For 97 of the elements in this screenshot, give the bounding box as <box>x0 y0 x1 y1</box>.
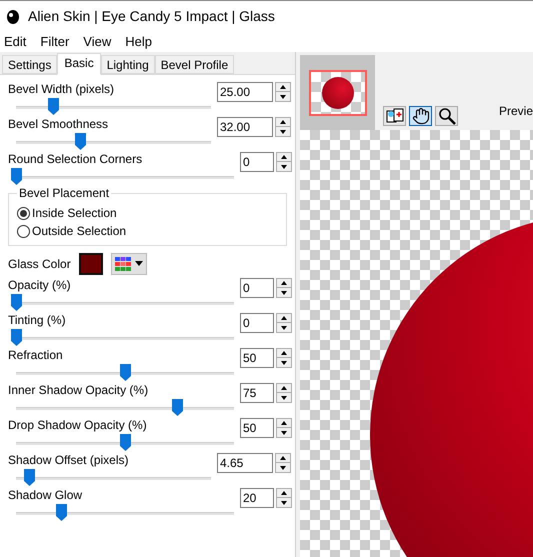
menu-item[interactable]: Help <box>125 32 152 52</box>
number-field[interactable]: 32.00 <box>217 117 273 137</box>
slider-thumb[interactable] <box>10 168 22 185</box>
caret-down-icon <box>134 261 143 266</box>
search-icon <box>438 107 456 125</box>
radio-option[interactable]: Inside Selection <box>17 204 286 222</box>
slider-label: Drop Shadow Opacity (%) <box>8 418 148 433</box>
spin-up-button[interactable] <box>276 454 290 463</box>
spin-up-button[interactable] <box>277 314 291 323</box>
palette-dropdown-button[interactable] <box>110 252 147 274</box>
caret-down-icon <box>281 360 287 364</box>
spin-down-button[interactable] <box>277 498 291 507</box>
spin-up-button[interactable] <box>277 489 291 498</box>
slider-thumb[interactable] <box>56 504 68 521</box>
spin-down-button[interactable] <box>277 323 291 332</box>
caret-down-icon <box>281 290 287 294</box>
caret-down-icon <box>280 94 286 98</box>
preview-label: Previe <box>498 103 533 120</box>
spin-down-button[interactable] <box>277 393 291 402</box>
slider-thumb[interactable] <box>10 294 22 311</box>
slider-label: Opacity (%) <box>8 278 72 293</box>
glass-color-label: Glass Color <box>8 256 71 272</box>
number-field[interactable]: 20 <box>240 488 274 508</box>
caret-up-icon <box>281 281 287 285</box>
spin-down-button[interactable] <box>277 162 291 171</box>
caret-up-icon <box>280 120 286 124</box>
slider-label: Shadow Offset (pixels) <box>8 453 130 468</box>
slider-label: Shadow Glow <box>8 488 84 503</box>
slider-label: Bevel Width (pixels) <box>8 82 116 97</box>
slider-thumb[interactable] <box>172 399 183 416</box>
slider-thumb[interactable] <box>10 329 22 346</box>
caret-up-icon <box>281 155 287 159</box>
slider-thumb[interactable] <box>74 133 86 150</box>
spin-up-button[interactable] <box>276 118 290 127</box>
menu-item[interactable]: Filter <box>40 32 70 52</box>
tab[interactable]: Settings <box>2 55 58 74</box>
slider-thumb[interactable] <box>120 364 130 381</box>
caret-down-icon <box>280 130 286 134</box>
caret-up-icon <box>281 316 287 320</box>
caret-down-icon <box>281 164 287 168</box>
caret-up-icon <box>281 386 287 390</box>
number-field[interactable]: 25.00 <box>217 82 273 102</box>
caret-down-icon <box>281 430 287 434</box>
tool-button[interactable] <box>435 106 458 126</box>
spin-down-button[interactable] <box>276 463 290 472</box>
tab[interactable]: Lighting <box>100 55 155 74</box>
caret-down-icon <box>281 396 287 400</box>
spin-down-button[interactable] <box>276 127 290 136</box>
slider-label: Round Selection Corners <box>8 152 144 167</box>
caret-down-icon <box>280 466 286 470</box>
slider-label: Refraction <box>8 348 64 363</box>
caret-up-icon <box>280 85 286 89</box>
slider-thumb[interactable] <box>48 98 59 115</box>
number-field[interactable]: 0 <box>240 152 274 172</box>
hand-icon <box>412 107 430 125</box>
app-logo-icon <box>6 8 20 24</box>
slider-label: Bevel Smoothness <box>8 117 110 132</box>
tool-button[interactable] <box>383 106 406 126</box>
thumbnail-navigator[interactable] <box>300 55 375 130</box>
spin-down-button[interactable] <box>277 428 291 437</box>
caret-down-icon <box>281 500 287 504</box>
compare-icon <box>386 108 404 124</box>
tab[interactable]: Basic <box>57 53 101 75</box>
spin-down-button[interactable] <box>276 92 290 101</box>
caret-down-icon <box>281 326 287 330</box>
menu-item[interactable]: Edit <box>4 32 26 52</box>
number-field[interactable]: 0 <box>240 278 274 298</box>
number-field[interactable]: 50 <box>240 348 274 368</box>
color-swatch[interactable] <box>78 252 103 274</box>
caret-up-icon <box>281 491 287 495</box>
spin-down-button[interactable] <box>277 358 291 367</box>
spin-up-button[interactable] <box>277 153 291 162</box>
caret-up-icon <box>280 456 286 460</box>
window-title: Alien Skin | Eye Candy 5 Impact | Glass <box>28 7 275 26</box>
radio-option[interactable]: Outside Selection <box>17 222 286 240</box>
menu-item[interactable]: View <box>83 32 112 52</box>
palette-grid-icon <box>114 256 131 270</box>
number-field[interactable]: 4.65 <box>217 453 273 473</box>
caret-up-icon <box>281 351 287 355</box>
spin-up-button[interactable] <box>277 349 291 358</box>
tab[interactable]: Bevel Profile <box>154 55 234 74</box>
slider-thumb[interactable] <box>120 434 130 451</box>
slider-label: Inner Shadow Opacity (%) <box>8 383 150 398</box>
slider-label: Tinting (%) <box>8 313 67 328</box>
number-field[interactable]: 75 <box>240 383 274 403</box>
spin-down-button[interactable] <box>277 288 291 297</box>
spin-up-button[interactable] <box>277 384 291 393</box>
group-title: Bevel Placement <box>17 186 112 200</box>
sphere-thumbnail <box>322 76 354 108</box>
tool-button[interactable] <box>409 106 432 126</box>
spin-up-button[interactable] <box>276 83 290 92</box>
spin-up-button[interactable] <box>277 279 291 288</box>
slider-thumb[interactable] <box>24 469 36 486</box>
caret-up-icon <box>281 421 287 425</box>
spin-up-button[interactable] <box>277 419 291 428</box>
number-field[interactable]: 50 <box>240 418 274 438</box>
number-field[interactable]: 0 <box>240 313 274 333</box>
